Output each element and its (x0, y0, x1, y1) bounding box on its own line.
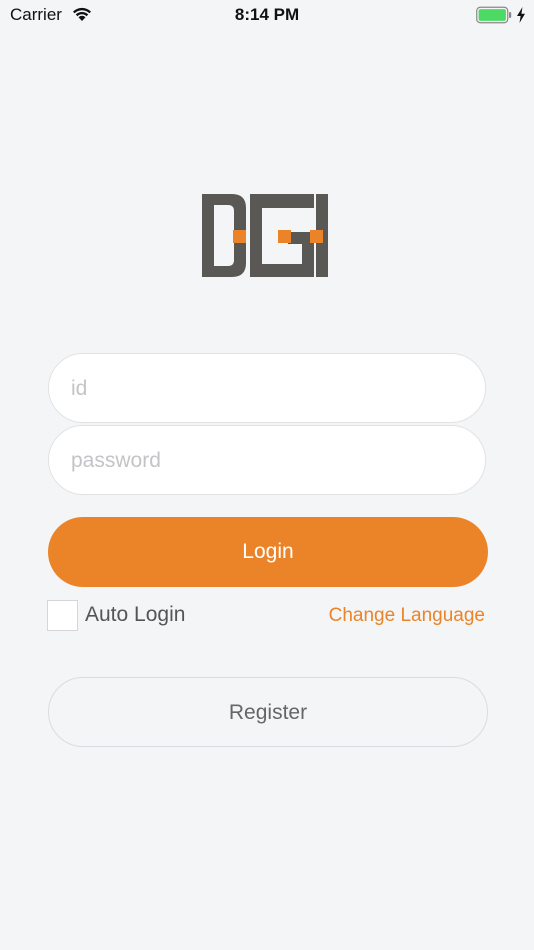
password-field[interactable] (48, 425, 486, 496)
auto-login-toggle[interactable]: Auto Login (47, 600, 247, 632)
id-field[interactable] (48, 353, 486, 424)
dgi-logo-icon (202, 194, 328, 277)
change-language-link[interactable]: Change Language (329, 605, 485, 627)
auto-login-checkbox[interactable] (47, 600, 78, 631)
id-input[interactable] (69, 354, 473, 424)
register-button[interactable]: Register (48, 677, 488, 747)
auto-login-label: Auto Login (85, 603, 186, 626)
status-bar: Carrier 8:14 PM (0, 0, 534, 30)
login-button[interactable]: Login (48, 517, 488, 587)
battery-icon (476, 6, 512, 24)
password-input[interactable] (69, 426, 473, 496)
charging-bolt-icon (517, 7, 525, 23)
clock: 8:14 PM (234, 5, 300, 24)
app-logo (202, 194, 332, 279)
